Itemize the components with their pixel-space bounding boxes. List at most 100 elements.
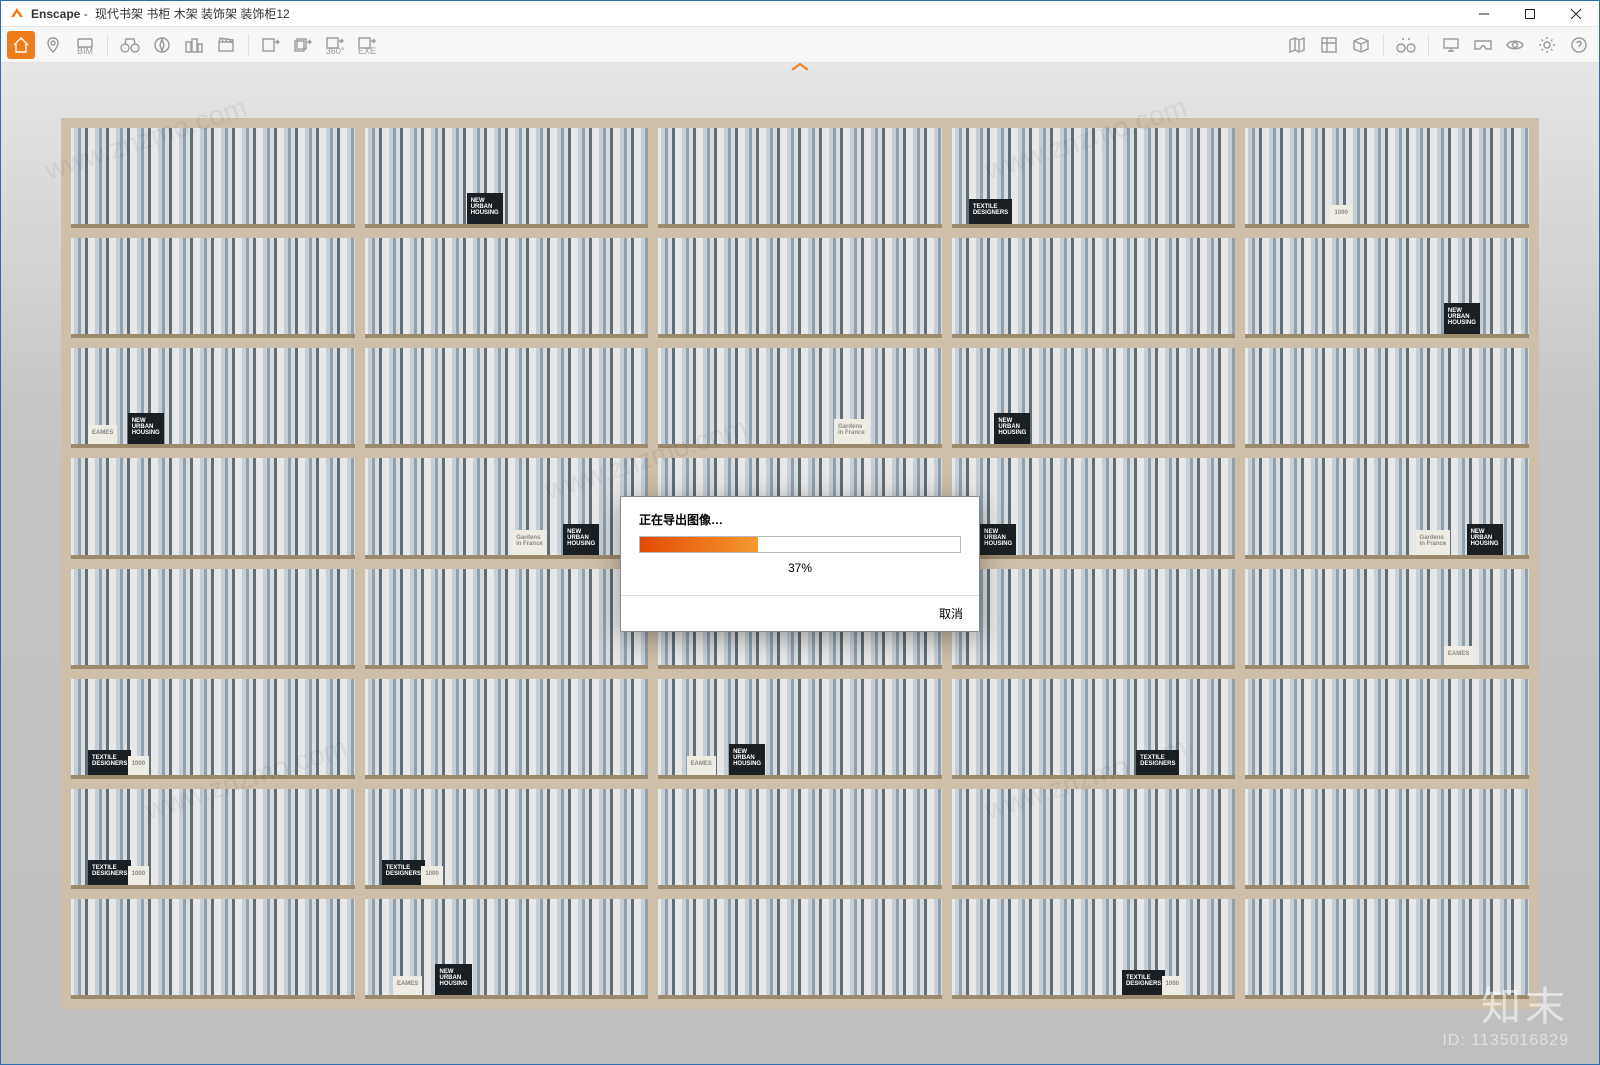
shelf-cell: [952, 238, 1236, 338]
export-exe-icon[interactable]: EXE: [353, 34, 381, 56]
title-bar: Enscape - 现代书架 书柜 木架 装饰架 装饰柜12: [1, 1, 1599, 27]
book-spine-label: TEXTILE DESIGNERS: [382, 860, 425, 885]
shelf-cell: EAMES NEW URBAN HOUSING: [658, 679, 942, 779]
book-spine-label: 1000: [421, 866, 442, 885]
shelf-cell: TEXTILE DESIGNERS1000: [365, 789, 649, 889]
book-spine-label: TEXTILE DESIGNERS: [1122, 970, 1165, 995]
shelf-cell: [365, 569, 649, 669]
bim-icon[interactable]: BIM: [71, 34, 99, 56]
shelf-cell: 1000: [1245, 128, 1529, 228]
book-spine-label: 1000: [128, 756, 149, 775]
cube-icon[interactable]: [1347, 31, 1375, 59]
cancel-button[interactable]: 取消: [937, 601, 965, 626]
asset-library-icon[interactable]: [1315, 31, 1343, 59]
shelf-cell: [658, 128, 942, 228]
shelf-cell: EAMES NEW URBAN HOUSING: [71, 348, 355, 448]
maximize-button[interactable]: [1507, 1, 1553, 26]
app-logo-icon: [7, 4, 27, 24]
location-pin-icon[interactable]: [39, 31, 67, 59]
progress-fill: [640, 537, 758, 552]
shelf-cell: [71, 238, 355, 338]
book-spine-label: Gardens in France: [512, 530, 547, 555]
dialog-title: 正在导出图像…: [639, 511, 961, 528]
shelf-cell: [1245, 348, 1529, 448]
book-spine-label: TEXTILE DESIGNERS: [88, 860, 131, 885]
map-icon[interactable]: [1283, 31, 1311, 59]
window-controls: [1461, 1, 1599, 26]
shelf-cell: NEW URBAN HOUSING: [952, 458, 1236, 558]
book-spine-label: EAMES: [88, 425, 117, 444]
book-spine-label: EAMES: [393, 976, 422, 995]
shelf-cell: [952, 789, 1236, 889]
book-spine-label: 1000: [128, 866, 149, 885]
book-spine-label: TEXTILE DESIGNERS: [1136, 750, 1179, 775]
shelf-cell: [365, 238, 649, 338]
shelf-cell: Gardens in FranceNEW URBAN HOUSING: [1245, 458, 1529, 558]
shelf-cell: TEXTILE DESIGNERS: [952, 128, 1236, 228]
render-viewport[interactable]: NEW URBAN HOUSINGTEXTILE DESIGNERS1000NE…: [1, 63, 1599, 1064]
binoculars-settings-icon[interactable]: [1392, 31, 1420, 59]
book-spine-label: 1000: [1330, 205, 1351, 224]
book-spine-label: NEW URBAN HOUSING: [435, 964, 471, 995]
shelf-cell: Gardens in France NEW URBAN HOUSING: [365, 458, 649, 558]
clapboard-icon[interactable]: [212, 31, 240, 59]
shelf-cell: [71, 458, 355, 558]
shelf-cell: [658, 899, 942, 999]
shelf-cell: NEW URBAN HOUSING: [1245, 238, 1529, 338]
watermark-brand: 知末 ID: 1135016829: [1442, 974, 1569, 1050]
compass-icon[interactable]: [148, 31, 176, 59]
book-spine-label: EAMES: [687, 756, 716, 775]
shelf-cell: [365, 348, 649, 448]
shelf-cell: [71, 128, 355, 228]
export-360-icon[interactable]: 360°: [321, 34, 349, 56]
main-toolbar: BIM 360° EXE: [1, 27, 1599, 63]
book-spine-label: NEW URBAN HOUSING: [128, 413, 164, 444]
shelf-cell: NEW URBAN HOUSING: [952, 348, 1236, 448]
book-spine-label: NEW URBAN HOUSING: [729, 744, 765, 775]
shelf-cell: [1245, 789, 1529, 889]
book-spine-label: NEW URBAN HOUSING: [563, 524, 599, 555]
shelf-cell: TEXTILE DESIGNERS: [952, 679, 1236, 779]
close-button[interactable]: [1553, 1, 1599, 26]
home-icon[interactable]: [7, 31, 35, 59]
shelf-cell: [365, 679, 649, 779]
document-title: 现代书架 书柜 木架 装饰架 装饰柜12: [95, 5, 290, 22]
book-spine-label: NEW URBAN HOUSING: [467, 193, 503, 224]
buildings-icon[interactable]: [180, 31, 208, 59]
binoculars-icon[interactable]: [116, 31, 144, 59]
shelf-cell: TEXTILE DESIGNERS1000: [71, 789, 355, 889]
export-batch-icon[interactable]: [289, 31, 317, 59]
minimize-button[interactable]: [1461, 1, 1507, 26]
shelf-cell: [71, 569, 355, 669]
export-view-icon[interactable]: [257, 31, 285, 59]
panel-handle-icon[interactable]: [790, 62, 810, 72]
shelf-cell: EAMES: [1245, 569, 1529, 669]
vr-headset-icon[interactable]: [1469, 31, 1497, 59]
gear-icon[interactable]: [1533, 31, 1561, 59]
shelf-cell: [952, 569, 1236, 669]
book-spine-label: TEXTILE DESIGNERS: [88, 750, 131, 775]
monitor-icon[interactable]: [1437, 31, 1465, 59]
shelf-cell: [71, 899, 355, 999]
shelf-cell: [658, 238, 942, 338]
book-spine-label: Gardens in France: [834, 419, 869, 444]
book-spine-label: NEW URBAN HOUSING: [980, 524, 1016, 555]
shelf-cell: [658, 789, 942, 889]
book-spine-label: Gardens in France: [1416, 530, 1451, 555]
app-window: Enscape - 现代书架 书柜 木架 装饰架 装饰柜12 BIM 360°: [0, 0, 1600, 1065]
book-spine-label: TEXTILE DESIGNERS: [969, 199, 1012, 224]
shelf-cell: Gardens in France: [658, 348, 942, 448]
book-spine-label: NEW URBAN HOUSING: [994, 413, 1030, 444]
app-name: Enscape: [31, 7, 80, 21]
book-spine-label: EAMES: [1444, 646, 1473, 665]
book-spine-label: NEW URBAN HOUSING: [1444, 303, 1480, 334]
shelf-cell: NEW URBAN HOUSING: [365, 128, 649, 228]
shelf-cell: TEXTILE DESIGNERS1000: [952, 899, 1236, 999]
progress-bar: [639, 536, 961, 553]
eye-icon[interactable]: [1501, 31, 1529, 59]
progress-percent: 37%: [639, 561, 961, 575]
book-spine-label: 1000: [1162, 976, 1183, 995]
help-icon[interactable]: [1565, 31, 1593, 59]
shelf-cell: [1245, 679, 1529, 779]
shelf-cell: TEXTILE DESIGNERS1000: [71, 679, 355, 779]
